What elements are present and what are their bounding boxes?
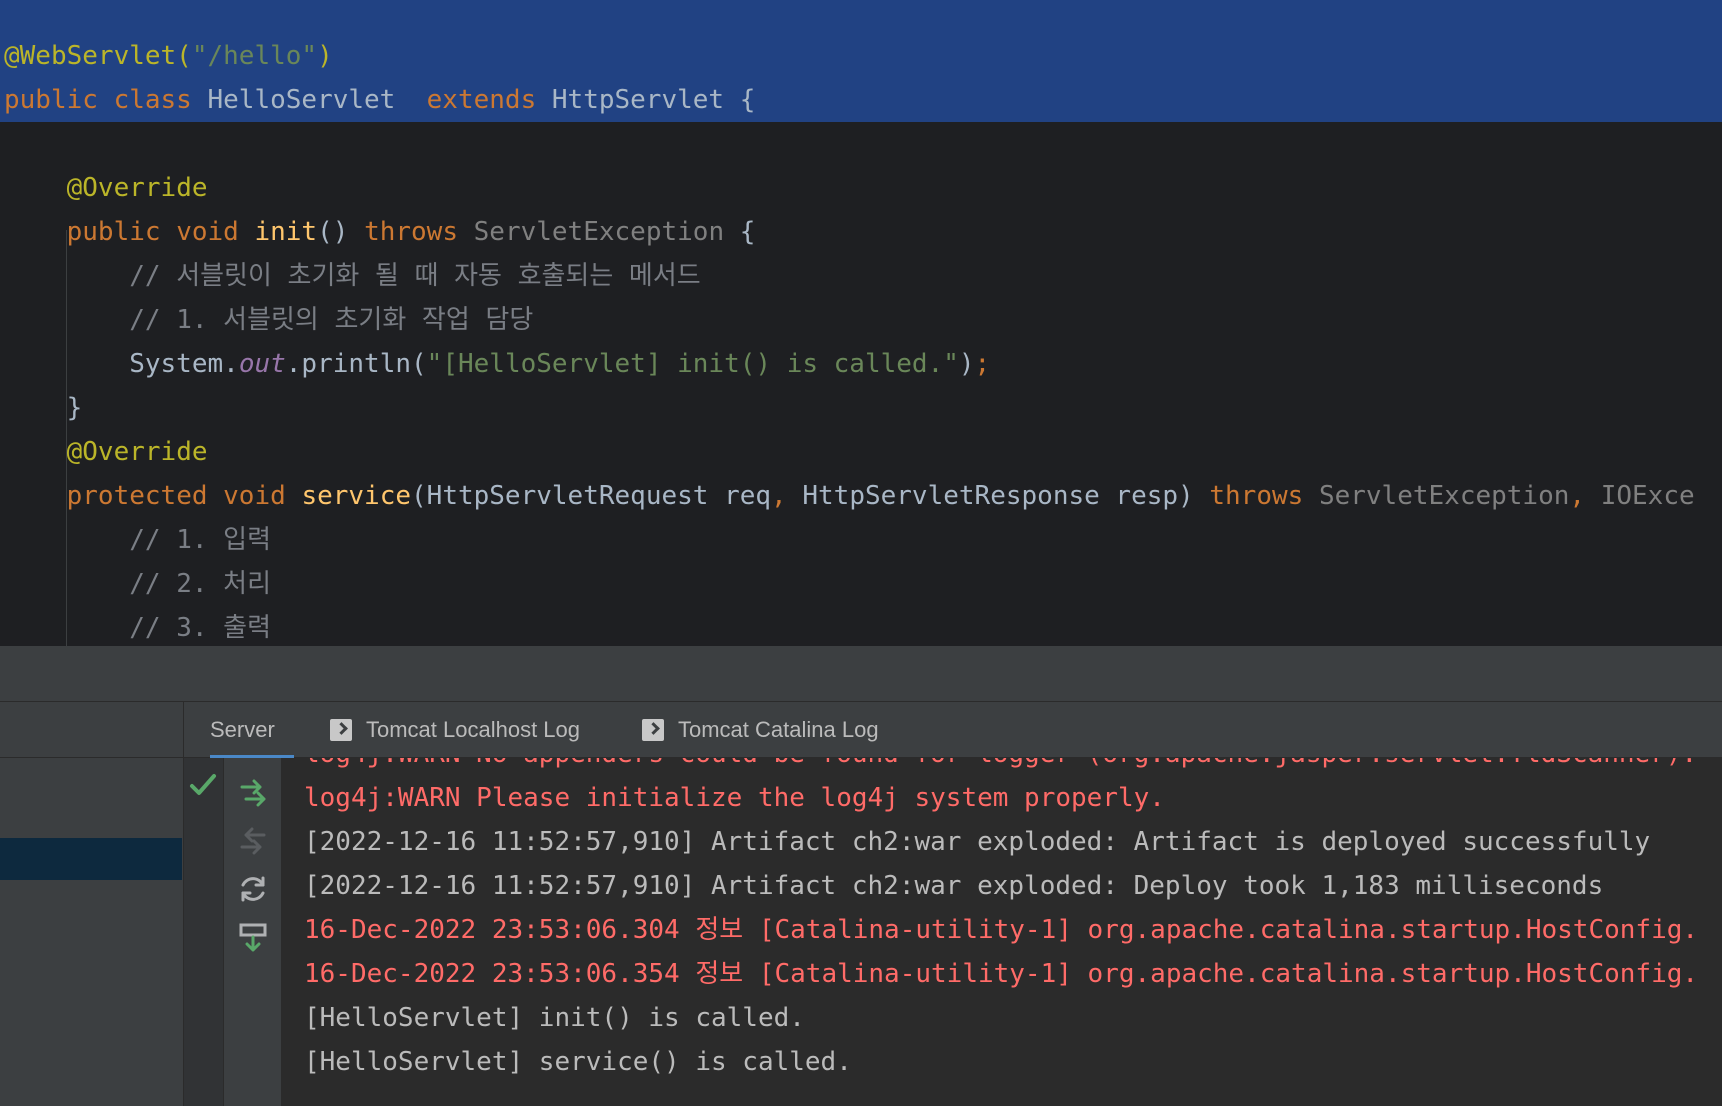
code-token: @Override — [66, 437, 208, 467]
code-token: // 3. 출력 — [129, 613, 271, 643]
console-output[interactable]: log4j:WARN No appenders could be found f… — [282, 758, 1722, 1106]
code-token: @WebServlet( — [4, 41, 192, 71]
code-line[interactable]: public class HelloServlet extends HttpSe… — [4, 78, 755, 122]
deploy-to-server-icon[interactable] — [236, 920, 270, 954]
log-icon — [642, 719, 664, 741]
panel-splitter[interactable] — [0, 646, 1722, 702]
log-icon — [330, 719, 352, 741]
code-token: out — [238, 349, 286, 379]
check-icon — [190, 774, 216, 795]
code-token: "/hello" — [191, 41, 318, 71]
services-tree-selected-item[interactable] — [0, 838, 182, 880]
code-line[interactable]: System.out.println("[HelloServlet] init(… — [4, 342, 990, 386]
code-line[interactable]: // 3. 출력 — [4, 606, 271, 646]
tab-server[interactable]: Server — [210, 702, 294, 759]
code-token: // 서블릿이 초기화 될 때 자동 호출되는 메서드 — [129, 261, 701, 291]
code-token: ; — [974, 349, 991, 379]
code-token: (HttpServletRequest req — [411, 481, 772, 511]
code-token: .println( — [285, 349, 427, 379]
tab-tomcat-localhost-log[interactable]: Tomcat Localhost Log — [330, 702, 580, 758]
code-token: @Override — [66, 173, 208, 203]
code-token: // 1. 서블릿의 초기화 작업 담당 — [129, 305, 534, 335]
console-toolbar — [224, 758, 282, 1106]
tab-tomcat-catalina-log[interactable]: Tomcat Catalina Log — [642, 702, 879, 758]
console-status-gutter — [184, 758, 224, 1106]
refresh-icon[interactable] — [236, 872, 270, 906]
server-tab-bar: Server Tomcat Localhost Log Tomcat Catal… — [184, 702, 1722, 759]
code-token: HttpServletResponse resp) — [802, 481, 1210, 511]
tab-label: Tomcat Localhost Log — [366, 717, 581, 742]
code-token: throws — [364, 217, 474, 247]
code-line[interactable]: protected void service(HttpServletReques… — [4, 474, 1695, 518]
console-line: [2022-12-16 11:52:57,910] Artifact ch2:w… — [304, 827, 1651, 857]
code-token: System. — [4, 349, 239, 379]
services-tree-pane[interactable] — [0, 702, 184, 1106]
code-token: ) — [317, 41, 333, 71]
code-token: // 2. 처리 — [129, 569, 271, 599]
code-line[interactable]: // 1. 서블릿의 초기화 작업 담당 — [4, 298, 533, 342]
code-token: extends — [426, 85, 552, 115]
code-editor[interactable]: @WebServlet("/hello") public class HelloS… — [0, 0, 1722, 646]
code-line[interactable]: public void init() throws ServletExcepti… — [4, 210, 756, 254]
code-token: IOExce — [1600, 481, 1695, 511]
code-token: , — [771, 481, 803, 511]
console-line: [HelloServlet] init() is called. — [304, 1003, 805, 1033]
code-token: , — [1569, 481, 1601, 511]
code-token: service — [301, 481, 412, 511]
console-line-clipped: log4j:WARN No appenders could be found f… — [304, 758, 1697, 776]
code-token: HttpServlet { — [551, 85, 756, 115]
code-token: throws — [1209, 481, 1319, 511]
code-line[interactable]: @Override — [4, 430, 208, 474]
undeploy-icon[interactable] — [236, 824, 270, 858]
code-token: } — [4, 393, 83, 423]
console-line: 16-Dec-2022 23:53:06.354 정보 [Catalina-ut… — [304, 959, 1699, 989]
code-line[interactable]: // 서블릿이 초기화 될 때 자동 호출되는 메서드 — [4, 254, 701, 298]
code-token: ServletException — [473, 217, 740, 247]
code-token: ServletException — [1318, 481, 1570, 511]
code-line[interactable]: @WebServlet("/hello") — [4, 34, 333, 78]
tab-label: Server — [210, 717, 275, 742]
console-line: log4j:WARN Please initialize the log4j s… — [304, 783, 1165, 813]
console-line: 16-Dec-2022 23:53:06.304 정보 [Catalina-ut… — [304, 915, 1699, 945]
redeploy-icon[interactable] — [236, 776, 270, 810]
code-line[interactable]: @Override — [4, 166, 208, 210]
code-token: ) — [958, 349, 975, 379]
code-line[interactable]: // 1. 입력 — [4, 518, 271, 562]
code-line[interactable]: // 2. 처리 — [4, 562, 271, 606]
code-token: HelloServlet — [207, 85, 427, 115]
console-line: [HelloServlet] service() is called. — [304, 1047, 852, 1077]
code-token: { — [739, 217, 756, 247]
code-token: protected void — [66, 481, 302, 511]
code-token: () — [317, 217, 365, 247]
tab-label: Tomcat Catalina Log — [678, 717, 879, 742]
code-line[interactable]: } — [4, 386, 83, 430]
code-token: public class — [4, 85, 208, 115]
console-line: [2022-12-16 11:52:57,910] Artifact ch2:w… — [304, 871, 1604, 901]
services-tree-header — [0, 702, 184, 758]
code-token: "[HelloServlet] init() is called." — [426, 349, 959, 379]
code-token: init — [254, 217, 318, 247]
code-token: public void — [66, 217, 255, 247]
code-token: // 1. 입력 — [129, 525, 271, 555]
